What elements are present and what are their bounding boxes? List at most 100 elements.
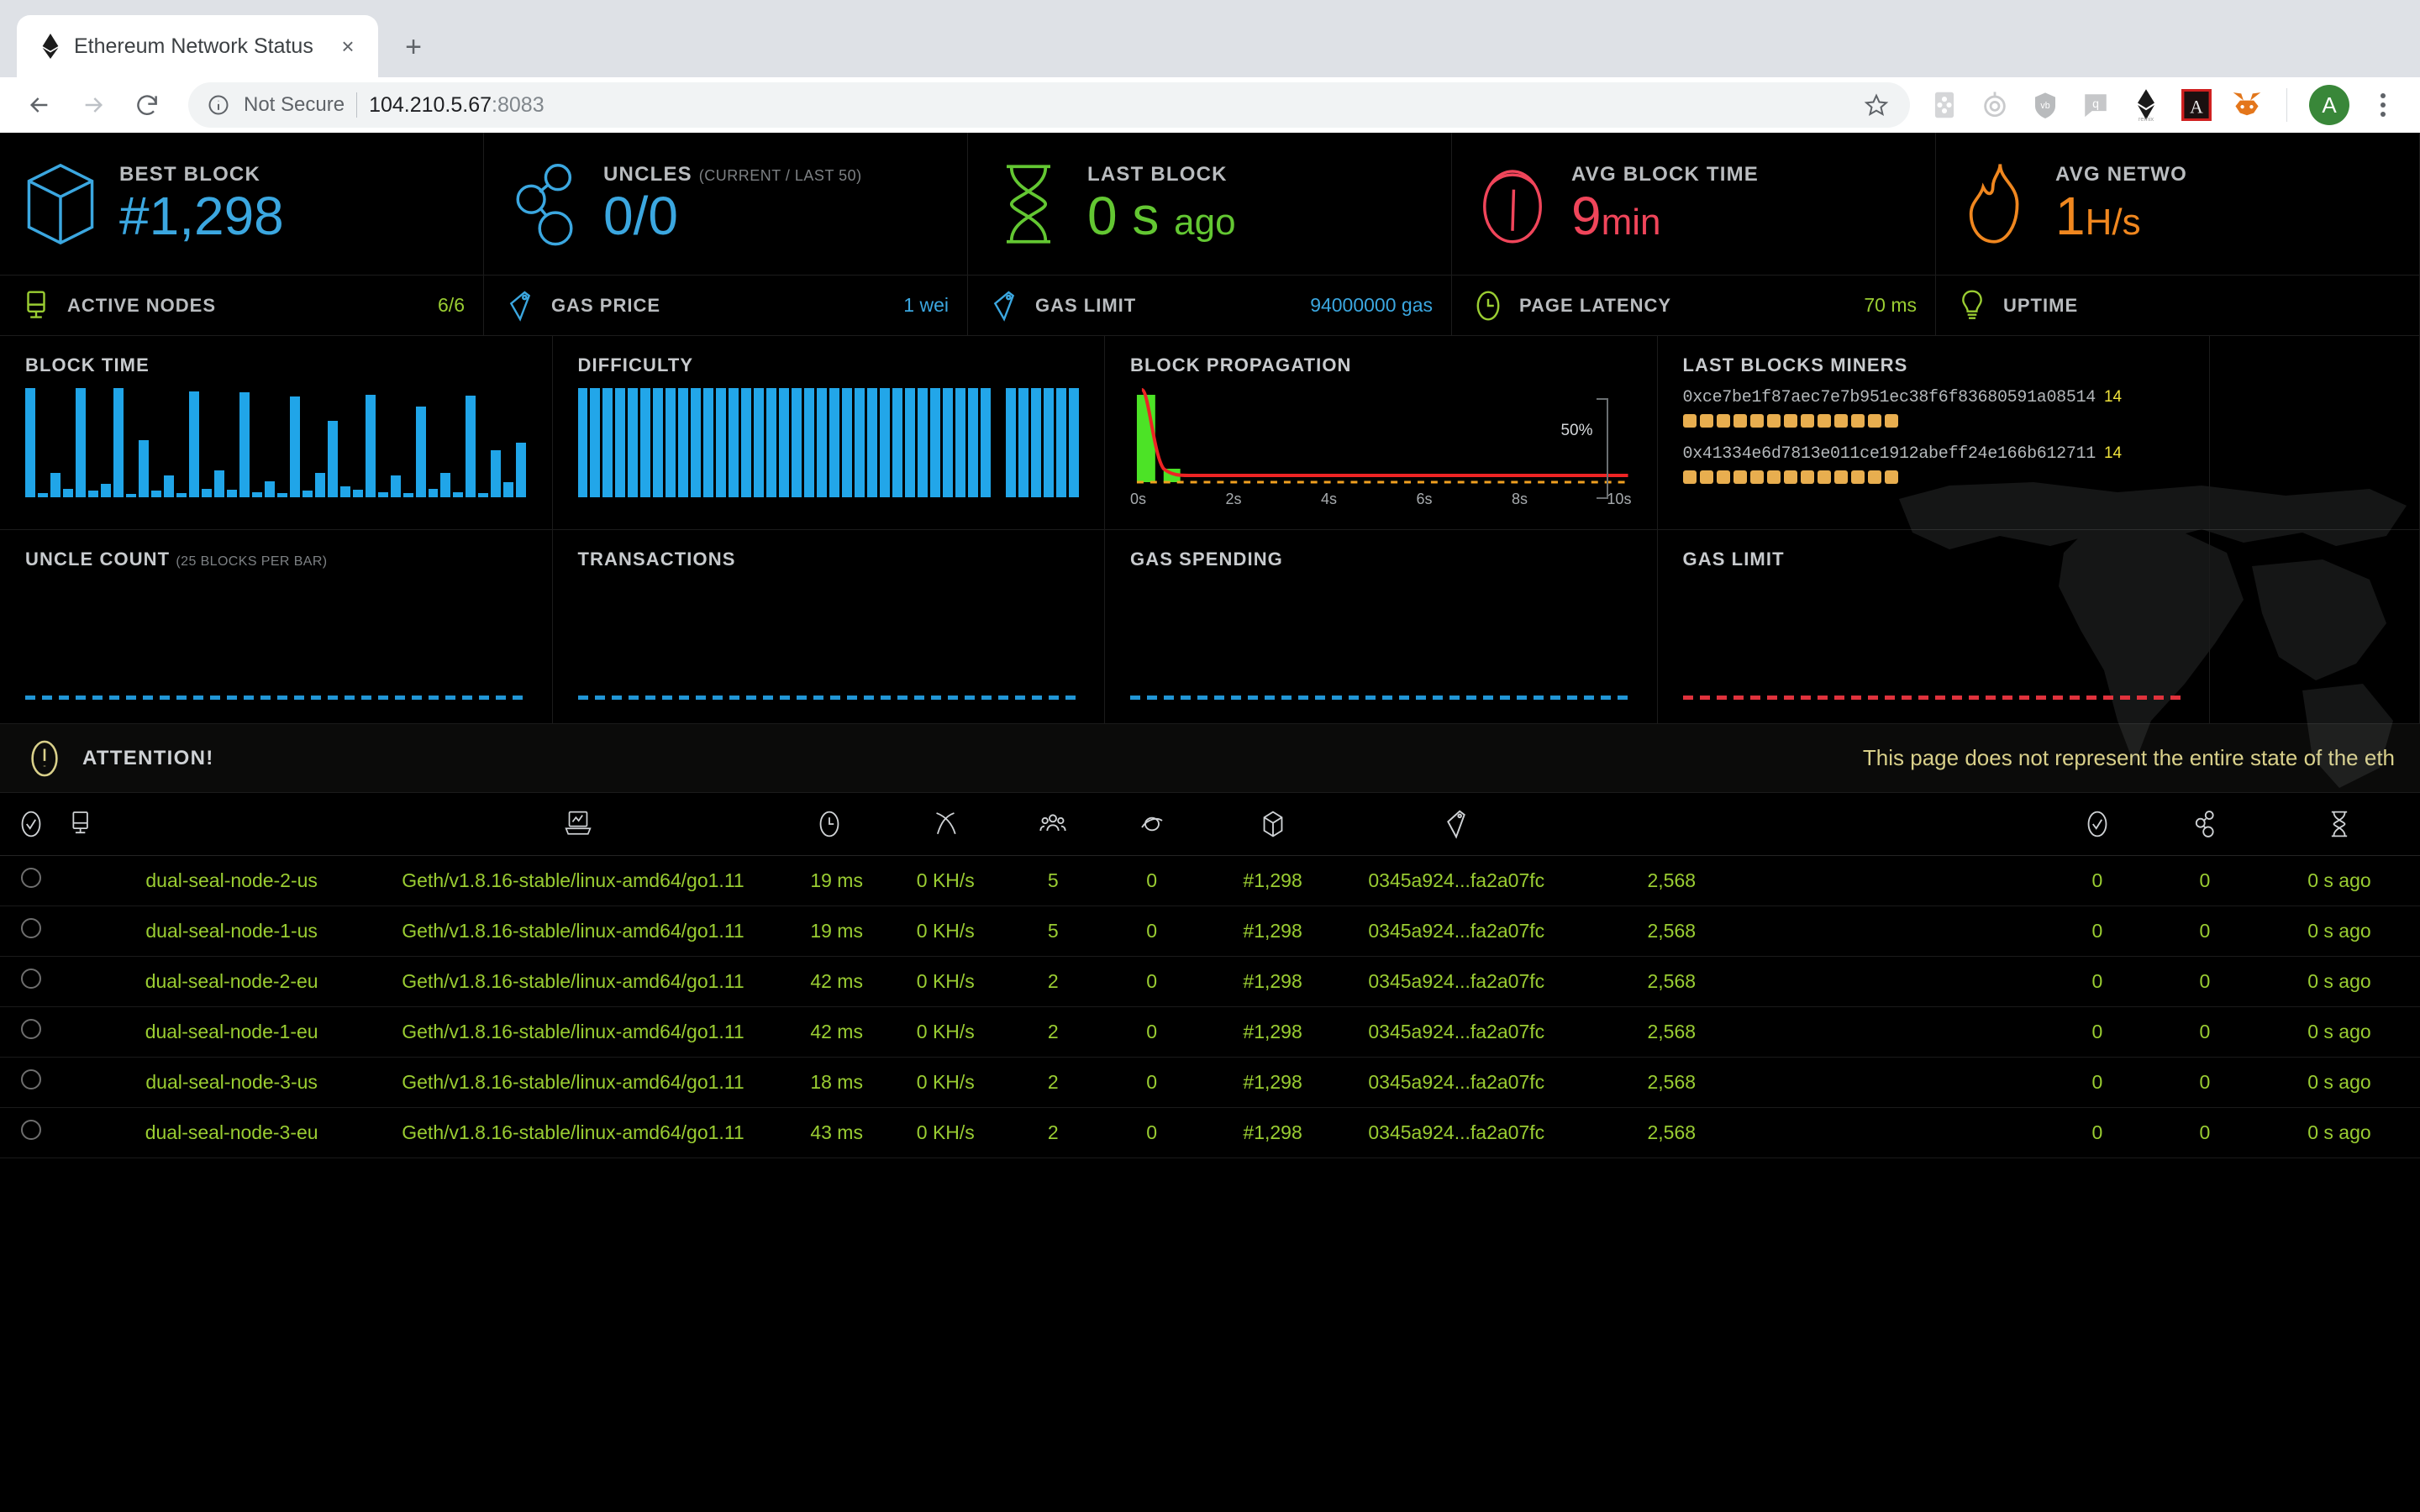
miner-block-square <box>1833 414 1848 428</box>
bar <box>640 388 651 497</box>
reload-icon[interactable] <box>123 81 171 129</box>
back-icon[interactable] <box>15 81 64 129</box>
nodes-table-body: dual-seal-node-2-us Geth/v1.8.16-stable/l… <box>0 855 2420 1158</box>
bar <box>213 470 224 497</box>
browser-menu-icon[interactable] <box>2365 85 2402 125</box>
node-status-indicator <box>0 956 63 1007</box>
col-pending[interactable] <box>1102 793 1202 856</box>
table-row[interactable]: dual-seal-node-3-eu Geth/v1.8.16-stable/l… <box>0 1107 2420 1158</box>
cell-lastblock: 0 s ago <box>2258 906 2420 957</box>
stat-label: GAS LIMIT <box>1035 294 1137 316</box>
bar <box>428 488 439 497</box>
chart-baseline <box>1682 696 2184 700</box>
cell-hashrate: 0 KH/s <box>886 906 1004 957</box>
browser-tab[interactable]: Ethereum Network Status × <box>17 15 378 77</box>
col-peers[interactable] <box>1003 793 1102 856</box>
bar <box>615 388 626 497</box>
bar <box>741 388 752 497</box>
avatar[interactable]: A <box>2309 85 2349 125</box>
miner-block-square <box>1833 470 1848 484</box>
uncles-nodes-icon <box>2195 810 2214 837</box>
quote-extension-icon[interactable]: q <box>2078 87 2113 123</box>
close-icon[interactable]: × <box>333 31 363 61</box>
stat-value: 0/0 <box>603 185 678 246</box>
info-circle-icon[interactable] <box>205 92 232 118</box>
cell-pending: 0 <box>1102 1006 1202 1058</box>
cell-td: 2,568 <box>1568 906 1775 957</box>
shield-vb-extension-icon[interactable]: vb <box>2028 87 2063 123</box>
stat-label: AVG NETWO <box>2055 162 2188 186</box>
map-spacer <box>2210 336 2420 529</box>
cell-peers: 2 <box>1003 1006 1102 1058</box>
cell-uncles: 0 <box>2043 1006 2151 1058</box>
status-dot-icon <box>21 1019 42 1039</box>
table-row[interactable]: dual-seal-node-2-eu Geth/v1.8.16-stable/l… <box>0 956 2420 1007</box>
chart-title: TRANSACTIONS <box>577 549 736 570</box>
stat-value: 9min <box>1571 185 1661 246</box>
cell-td: 2,568 <box>1568 855 1775 906</box>
miner-block-square <box>1867 414 1881 428</box>
bar <box>1068 388 1079 497</box>
status-dot-icon <box>21 1120 42 1140</box>
bar <box>365 394 376 497</box>
cell-peers: 5 <box>1003 855 1102 906</box>
new-tab-button[interactable]: + <box>390 24 437 71</box>
bar <box>440 473 451 497</box>
bar <box>415 407 426 497</box>
bar <box>590 388 601 497</box>
bar <box>716 388 727 497</box>
ethereum-diamond-icon <box>39 34 62 59</box>
table-row[interactable]: dual-seal-node-3-us Geth/v1.8.16-stable/l… <box>0 1057 2420 1108</box>
adobe-acrobat-extension-icon[interactable]: A <box>2179 87 2214 123</box>
bar <box>377 491 388 497</box>
cell-spacer <box>1774 956 2044 1007</box>
stat-uncles: UNCLES (CURRENT / LAST 50) 0/0 <box>484 133 968 275</box>
gas-tag-icon <box>986 288 1022 323</box>
col-latency[interactable] <box>771 793 887 856</box>
bar <box>25 388 35 497</box>
charts-row-top: BLOCK TIME DIFFICULTY BLOCK PROPAGATION <box>0 336 2420 530</box>
table-row[interactable]: dual-seal-node-1-us Geth/v1.8.16-stable/l… <box>0 906 2420 957</box>
x-tick: 0s <box>1130 491 1147 507</box>
col-block[interactable] <box>1201 793 1344 856</box>
cell-hash: 0345a924...fa2a07fc <box>1344 956 1569 1007</box>
col-node-info[interactable] <box>385 793 771 856</box>
bar <box>125 494 136 497</box>
stat-value: #1,298 <box>119 185 284 246</box>
stat-best-block: BEST BLOCK #1,298 <box>0 133 484 275</box>
cell-latency: 43 ms <box>771 1107 887 1158</box>
miner-block-square <box>1800 414 1814 428</box>
bar <box>729 388 739 497</box>
svg-text:q: q <box>2092 97 2099 111</box>
remix-ethereum-extension-icon[interactable]: remix <box>2128 87 2164 123</box>
col-block-hash[interactable] <box>1344 793 1569 856</box>
bar <box>981 388 991 497</box>
nodes-table-header <box>0 793 2420 856</box>
bar <box>276 492 287 497</box>
bookmark-star-icon[interactable] <box>1860 88 1893 122</box>
col-uncles[interactable] <box>2043 793 2151 856</box>
target-extension-icon[interactable] <box>1977 87 2012 123</box>
card-extension-icon[interactable] <box>1927 87 1962 123</box>
bar <box>50 473 60 497</box>
bar <box>75 388 86 497</box>
bar <box>503 481 514 497</box>
cell-latency: 19 ms <box>771 906 887 957</box>
col-hashrate[interactable] <box>886 793 1004 856</box>
col-total-difficulty[interactable] <box>1568 793 1775 856</box>
col-node-name[interactable] <box>62 793 386 856</box>
cell-spacer <box>1774 855 2044 906</box>
col-last-block[interactable] <box>2258 793 2420 856</box>
bar <box>188 391 199 497</box>
metamask-fox-extension-icon[interactable] <box>2229 87 2265 123</box>
bar <box>968 388 978 497</box>
col-status[interactable] <box>0 793 63 856</box>
table-row[interactable]: dual-seal-node-2-us Geth/v1.8.16-stable/l… <box>0 855 2420 906</box>
cell-block: #1,298 <box>1201 956 1344 1007</box>
address-bar[interactable]: Not Secure 104.210.5.67:8083 <box>188 82 1910 128</box>
cell-info: Geth/v1.8.16-stable/linux-amd64/go1.11 <box>385 1006 771 1058</box>
table-row[interactable]: dual-seal-node-1-eu Geth/v1.8.16-stable/l… <box>0 1006 2420 1058</box>
cell-info: Geth/v1.8.16-stable/linux-amd64/go1.11 <box>385 906 771 957</box>
stat-avg-block-time: AVG BLOCK TIME 9min <box>1452 133 1936 275</box>
col-uncles-2[interactable] <box>2150 793 2259 856</box>
